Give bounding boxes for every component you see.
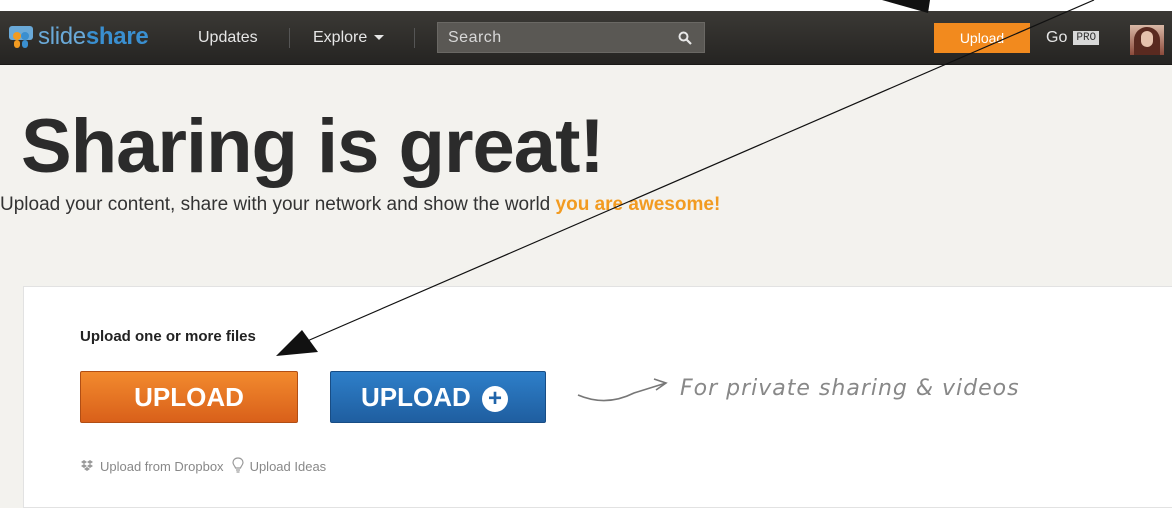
nav-upload-button[interactable]: Upload (934, 23, 1030, 53)
chevron-down-icon (374, 35, 385, 41)
page-subtitle: Upload your content, share with your net… (0, 194, 720, 216)
logo-text-share: share (85, 23, 149, 50)
logo-text-slide: slide (38, 23, 86, 50)
upload-plus-label: UPLOAD (361, 382, 471, 412)
upload-plus-button[interactable]: UPLOAD + (330, 371, 546, 423)
upload-panel: Upload one or more files UPLOAD UPLOAD +… (23, 286, 1172, 508)
private-sharing-note: For private sharing & videos (680, 376, 1020, 401)
dropbox-icon (80, 459, 94, 474)
page-title: Sharing is great! (21, 104, 605, 189)
nav-divider (414, 28, 415, 48)
subtitle-text: Upload your content, share with your net… (0, 194, 556, 215)
go-label: Go (1046, 29, 1068, 46)
upload-panel-label: Upload one or more files (80, 328, 256, 345)
upload-sub-links: Upload from Dropbox Upload Ideas (80, 457, 326, 476)
subtitle-emphasis: you are awesome! (555, 194, 721, 215)
upload-button[interactable]: UPLOAD (80, 371, 298, 423)
plus-icon: + (482, 386, 508, 412)
go-pro-link[interactable]: Go PRO (1046, 29, 1100, 47)
top-navbar: slideshare Updates Explore Upload Go PRO (0, 11, 1172, 65)
search-input[interactable] (448, 29, 668, 47)
slideshare-logo[interactable]: slideshare (8, 23, 149, 50)
curved-arrow-icon (576, 373, 676, 407)
top-strip (0, 0, 1172, 11)
slideshare-logo-icon (8, 25, 34, 49)
nav-updates-link[interactable]: Updates (198, 29, 258, 47)
upload-ideas-link[interactable]: Upload Ideas (250, 459, 327, 474)
avatar[interactable] (1130, 25, 1164, 55)
pro-badge: PRO (1073, 31, 1100, 45)
nav-explore-menu[interactable]: Explore (313, 29, 385, 47)
search-icon[interactable] (678, 31, 692, 45)
nav-explore-label: Explore (313, 29, 368, 46)
dropbox-link[interactable]: Upload from Dropbox (100, 459, 224, 474)
nav-divider (289, 28, 290, 48)
search-box (437, 22, 705, 53)
lightbulb-icon (231, 457, 244, 476)
